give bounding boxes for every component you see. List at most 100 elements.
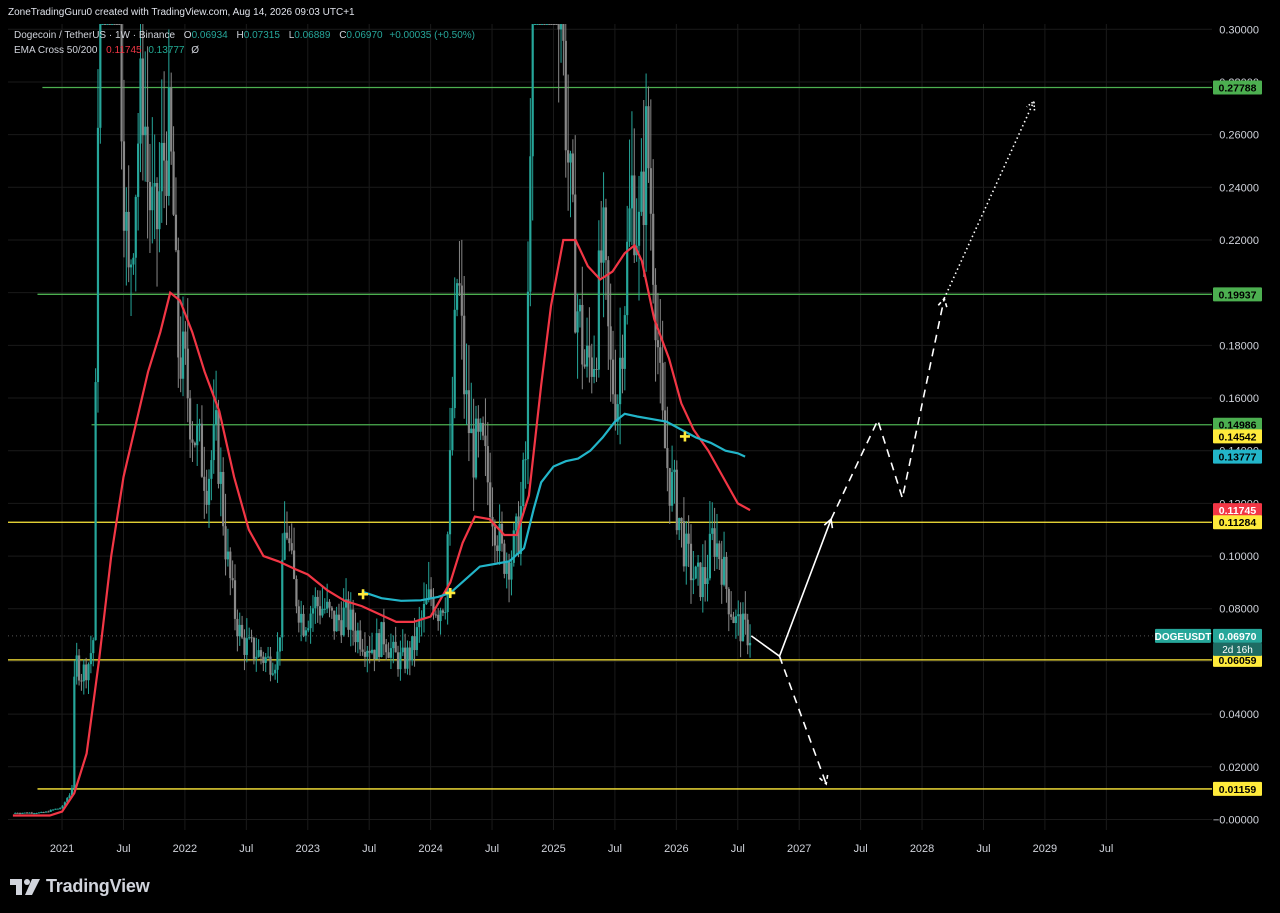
candle-body	[564, 40, 567, 151]
candle-body	[281, 559, 284, 638]
candle-body	[137, 143, 140, 197]
candle-body	[748, 642, 752, 646]
candle-body	[737, 614, 740, 617]
candle-body	[184, 331, 187, 349]
candle-body	[191, 439, 194, 443]
time-tick-label: 2024	[418, 843, 442, 855]
price-tick-label: 0.10000	[1219, 551, 1259, 563]
price-tick-label: 0.16000	[1219, 393, 1259, 405]
tradingview-brand[interactable]: TradingView	[10, 876, 150, 897]
candle-body	[692, 578, 695, 581]
candle-body	[739, 614, 742, 642]
candle-body	[411, 636, 414, 661]
candle-body	[633, 175, 636, 256]
candle-body	[205, 490, 208, 505]
candle-body	[673, 469, 676, 473]
candle-body	[262, 656, 265, 663]
symbol-legend[interactable]: Dogecoin / TetherUS · 1W · Binance O0.06…	[14, 30, 475, 41]
candle-body	[189, 398, 192, 440]
candle-body	[75, 655, 78, 677]
candle-body	[193, 442, 196, 446]
candle-body	[422, 604, 426, 618]
candle-body	[118, 24, 121, 25]
candle-body	[640, 171, 643, 212]
candle-body	[210, 460, 213, 479]
candle-body	[363, 651, 367, 657]
candle-body	[706, 578, 709, 585]
candle-body	[524, 459, 527, 461]
candle-body	[538, 24, 541, 25]
candle-body	[517, 516, 520, 555]
candle-body	[212, 424, 215, 461]
candle-body	[356, 630, 359, 643]
candle-body	[689, 543, 693, 581]
candle-body	[170, 87, 173, 152]
candle-body	[682, 521, 686, 567]
candle-body	[460, 285, 463, 316]
candle-body	[715, 543, 719, 557]
candle-body	[585, 345, 589, 367]
candle-body	[80, 680, 83, 682]
candle-body	[186, 348, 189, 399]
candle-body	[696, 562, 700, 567]
candle-body	[741, 613, 745, 642]
candle-body	[472, 428, 475, 478]
candle-body	[318, 606, 322, 616]
candle-body	[271, 673, 274, 675]
candle-body	[266, 656, 270, 658]
ema-slow-value: 0.13777	[148, 45, 185, 56]
candle-body	[172, 151, 175, 215]
candle-body	[455, 283, 459, 310]
candle-body	[446, 534, 449, 613]
candle-body	[493, 526, 496, 546]
candle-body	[236, 618, 239, 637]
indicator-legend[interactable]: EMA Cross 50/200 0.11745 0.13777 Ø	[14, 45, 199, 56]
candle-body	[285, 532, 289, 539]
candle-body	[28, 812, 31, 814]
candle-body	[602, 207, 605, 263]
price-tick-label: −0.00000	[1213, 814, 1259, 826]
candle-body	[108, 24, 111, 25]
price-tick-label: 0.08000	[1219, 604, 1259, 616]
candle-body	[543, 24, 546, 25]
candle-body	[659, 347, 662, 363]
candle-body	[148, 181, 152, 211]
change-value: +0.00035 (+0.50%)	[389, 30, 475, 41]
candle-body	[18, 813, 22, 815]
candle-body	[309, 613, 312, 629]
price-tag-label: 0.01159	[1219, 784, 1257, 796]
candle-body	[654, 284, 657, 341]
candle-body	[678, 518, 681, 531]
candle-body	[699, 562, 702, 598]
time-tick-label: 2029	[1033, 843, 1057, 855]
candle-body	[340, 620, 343, 636]
candle-body	[704, 567, 707, 585]
candle-body	[240, 624, 244, 638]
candle-body	[122, 141, 126, 231]
candle-body	[361, 649, 364, 652]
candle-body	[595, 369, 598, 371]
candle-body	[21, 812, 24, 814]
candle-body	[744, 613, 747, 620]
candle-body	[413, 636, 416, 651]
candle-body	[387, 652, 390, 658]
time-tick-label: Jul	[485, 843, 499, 855]
candle-body	[574, 194, 577, 333]
candle-body	[226, 551, 230, 560]
candle-body	[196, 425, 199, 446]
price-tick-label: 0.04000	[1219, 709, 1259, 721]
candle-body	[496, 545, 499, 551]
candle-body	[481, 422, 485, 436]
time-tick-label: Jul	[1099, 843, 1113, 855]
candle-body	[335, 614, 338, 632]
candle-body	[725, 556, 728, 589]
candle-body	[507, 560, 511, 580]
price-chart[interactable]: 0.300000.280000.260000.240000.220000.200…	[0, 24, 1280, 860]
candle-body	[562, 24, 565, 41]
candle-body	[259, 650, 263, 657]
candle-body	[51, 809, 55, 811]
candle-body	[252, 637, 256, 659]
candle-body	[37, 812, 41, 814]
candle-body	[649, 168, 652, 214]
time-tick-label: Jul	[608, 843, 622, 855]
